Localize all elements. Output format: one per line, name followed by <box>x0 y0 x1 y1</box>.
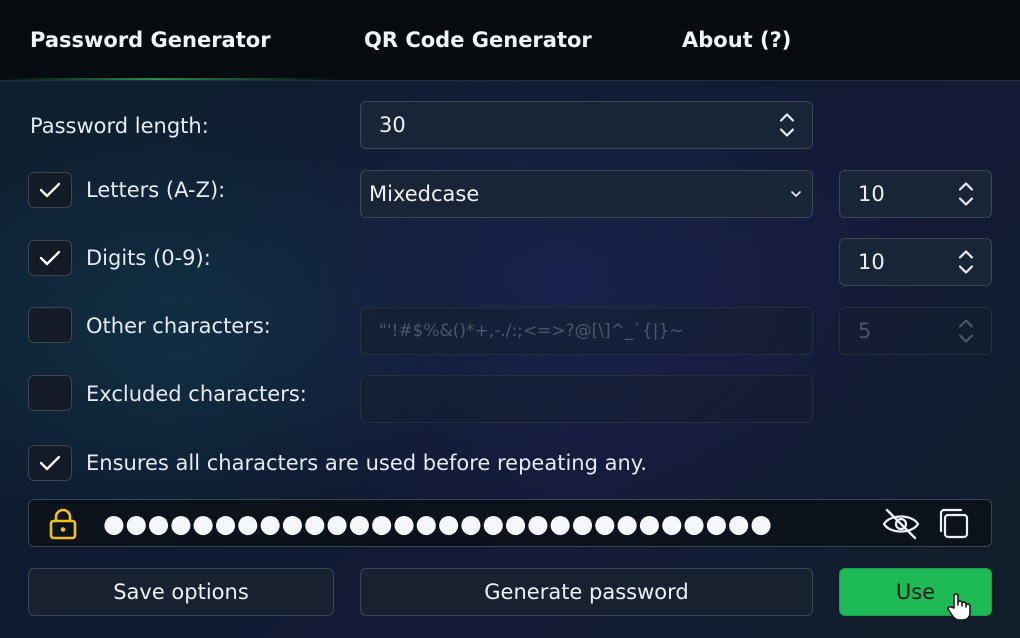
password-output-field[interactable]: ●●●●●●●●●●●●●●●●●●●●●●●●●●●●●● <box>28 499 992 547</box>
chevron-down-icon[interactable] <box>778 127 796 139</box>
chevron-up-icon[interactable] <box>778 112 796 124</box>
other-characters-value: "'!#$%&()*+,-./:;<=>?@[\]^_`{|}~ <box>379 321 684 341</box>
dropdown-arrow <box>790 190 802 198</box>
other-characters-input[interactable]: "'!#$%&()*+,-./:;<=>?@[\]^_`{|}~ <box>360 307 813 355</box>
letters-count-stepper[interactable] <box>957 181 975 208</box>
letter-case-selected: Mixedcase <box>369 182 480 206</box>
checkmark-icon <box>39 250 61 266</box>
hand-cursor-icon <box>946 592 972 626</box>
tab-bar: Password Generator QR Code Generator Abo… <box>0 0 1020 81</box>
password-length-value: 30 <box>379 113 406 137</box>
password-length-stepper[interactable] <box>778 112 796 139</box>
ensure-all-label: Ensures all characters are used before r… <box>86 451 647 475</box>
password-length-spinbox[interactable]: 30 <box>360 101 813 149</box>
digits-label: Digits (0-9): <box>86 246 211 270</box>
tab-about[interactable]: About (?) <box>682 28 791 52</box>
letters-label: Letters (A-Z): <box>86 178 226 202</box>
digits-checkbox[interactable] <box>28 240 72 276</box>
digits-count-value: 10 <box>858 250 885 274</box>
chevron-up-icon[interactable] <box>957 318 975 330</box>
checkmark-icon <box>39 182 61 198</box>
chevron-down-icon[interactable] <box>957 196 975 208</box>
use-button-label: Use <box>895 580 936 604</box>
other-characters-count-stepper[interactable] <box>957 318 975 345</box>
letters-checkbox[interactable] <box>28 172 72 208</box>
letters-count-spinbox[interactable]: 10 <box>839 170 992 218</box>
checkmark-icon <box>39 455 61 471</box>
chevron-down-icon[interactable] <box>957 333 975 345</box>
excluded-characters-input[interactable] <box>360 375 813 423</box>
chevron-up-icon[interactable] <box>957 249 975 261</box>
digits-count-spinbox[interactable]: 10 <box>839 238 992 286</box>
masked-password: ●●●●●●●●●●●●●●●●●●●●●●●●●●●●●● <box>103 509 773 538</box>
eye-slash-icon[interactable] <box>881 507 921 545</box>
excluded-characters-label: Excluded characters: <box>86 382 307 406</box>
chevron-down-icon <box>791 191 801 197</box>
other-characters-label: Other characters: <box>86 314 271 338</box>
password-generator-window: Password Generator QR Code Generator Abo… <box>0 0 1020 638</box>
letters-count-value: 10 <box>858 182 885 206</box>
tab-password-generator[interactable]: Password Generator <box>30 28 271 52</box>
digits-count-stepper[interactable] <box>957 249 975 276</box>
other-characters-checkbox[interactable] <box>28 307 72 343</box>
generate-password-button[interactable]: Generate password <box>360 568 813 616</box>
copy-icon[interactable] <box>935 507 975 545</box>
letter-case-dropdown[interactable]: Mixedcase <box>360 170 813 218</box>
chevron-down-icon[interactable] <box>957 264 975 276</box>
password-length-label: Password length: <box>30 114 209 138</box>
excluded-characters-checkbox[interactable] <box>28 375 72 411</box>
other-characters-count-value: 5 <box>858 319 872 343</box>
ensure-all-checkbox[interactable] <box>28 445 72 481</box>
save-options-button[interactable]: Save options <box>28 568 334 616</box>
tab-qr-code-generator[interactable]: QR Code Generator <box>364 28 592 52</box>
other-characters-count-spinbox[interactable]: 5 <box>839 307 992 355</box>
active-tab-indicator <box>0 78 340 80</box>
lock-icon <box>45 507 81 545</box>
chevron-up-icon[interactable] <box>957 181 975 193</box>
